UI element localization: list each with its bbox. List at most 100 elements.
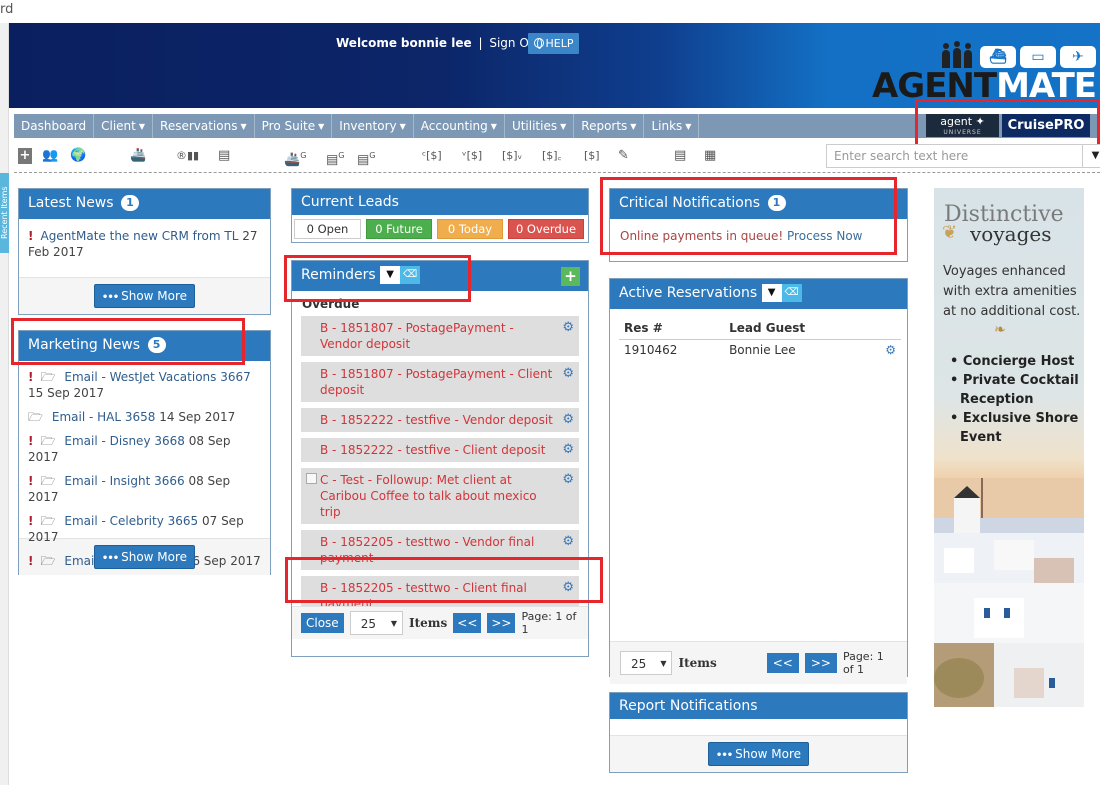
- next-page-button[interactable]: >>: [804, 653, 837, 673]
- cruisepro-logo[interactable]: CruisePRO: [1002, 114, 1090, 137]
- group-doc-icon[interactable]: ▤G: [326, 148, 345, 167]
- reminder-text: B - 1851807 - PostagePayment - Vendor de…: [320, 321, 514, 351]
- calculator-icon[interactable]: ▦: [704, 148, 716, 164]
- payment-client-icon[interactable]: [$]꜀: [542, 148, 561, 164]
- leads-future-button[interactable]: 0 Future: [366, 219, 432, 239]
- gear-icon[interactable]: ⚙: [562, 580, 574, 596]
- ad-bullet: Concierge Host: [950, 352, 1080, 371]
- hotel-bed-icon: ▭: [1020, 46, 1056, 68]
- table-row[interactable]: 1910462 Bonnie Lee ⚙: [619, 340, 901, 361]
- gear-icon[interactable]: ⚙: [562, 442, 574, 458]
- page-size-select[interactable]: 25 ▼: [620, 651, 673, 675]
- eraser-icon[interactable]: ⌫: [400, 266, 421, 284]
- partner-logos: agent ✦ UNIVERSE CruisePRO: [926, 114, 1090, 137]
- marketing-news-panel: Marketing News 5 ! 🗁 Email - WestJet Vacat…: [18, 330, 271, 575]
- gear-icon[interactable]: ⚙: [562, 472, 574, 488]
- group-cruise-icon[interactable]: 🚢G: [284, 148, 306, 167]
- add-icon[interactable]: +: [18, 148, 32, 164]
- recent-items-tab[interactable]: Recent Items: [0, 173, 9, 253]
- document-list-icon[interactable]: ▤: [218, 148, 230, 164]
- client-payment-icon[interactable]: ᶜ[$]: [422, 148, 442, 164]
- nav-client[interactable]: Client ▼: [94, 114, 154, 138]
- cruise-icon[interactable]: 🚢: [130, 148, 146, 164]
- filter-icon[interactable]: ▼: [380, 266, 401, 284]
- payment-vendor-icon[interactable]: [$]ᵥ: [502, 148, 522, 164]
- help-label: HELP: [545, 37, 574, 50]
- gear-icon[interactable]: ⚙: [562, 366, 574, 382]
- gear-icon[interactable]: ⚙: [562, 320, 574, 336]
- nav-accounting[interactable]: Accounting ▼: [414, 114, 505, 138]
- nav-dashboard[interactable]: Dashboard: [14, 114, 95, 138]
- news-link[interactable]: Email - WestJet Vacations 3667: [64, 370, 250, 384]
- reminder-item[interactable]: B - 1851807 - PostagePayment - Vendor de…: [301, 316, 579, 356]
- gear-icon[interactable]: ⚙: [562, 412, 574, 428]
- news-link[interactable]: Email - Celebrity 3665: [64, 514, 198, 528]
- prev-page-button[interactable]: <<: [766, 653, 799, 673]
- app-header: Welcome bonnie lee | Sign Out HELP ⛴ ▭ ✈…: [9, 23, 1100, 108]
- add-reminder-button[interactable]: +: [561, 267, 580, 286]
- column-header[interactable]: Res #: [619, 317, 725, 340]
- agent-universe-logo[interactable]: agent ✦ UNIVERSE: [926, 114, 999, 137]
- nav-reports[interactable]: Reports ▼: [574, 114, 645, 138]
- client-group-icon[interactable]: 👥: [42, 148, 58, 164]
- list-item[interactable]: ! 🗁 Email - Disney 3668 08 Sep 2017: [28, 433, 261, 465]
- show-more-button[interactable]: ••• Show More: [93, 545, 196, 569]
- nav-pro-suite[interactable]: Pro Suite ▼: [255, 114, 333, 138]
- news-link[interactable]: AgentMate the new CRM from TL: [40, 229, 238, 243]
- show-more-button[interactable]: ••• Show More: [93, 284, 196, 308]
- filter-icon[interactable]: ▼: [1082, 145, 1100, 167]
- list-item[interactable]: ! 🗁 Email - Insight 3666 08 Sep 2017: [28, 473, 261, 505]
- agentmate-logo[interactable]: ⛴ ▭ ✈ AGENTMATE: [856, 34, 1097, 104]
- reminder-checkbox[interactable]: [306, 473, 317, 484]
- show-more-button[interactable]: ••• Show More: [707, 742, 810, 766]
- reminder-item[interactable]: B - 1852205 - testtwo - Vendor final pay…: [301, 530, 579, 570]
- globe-icon[interactable]: 🌍: [70, 148, 86, 164]
- reminder-item[interactable]: C - Test - Followup: Met client at Carib…: [301, 468, 579, 524]
- pencil-icon[interactable]: ✎: [618, 148, 629, 164]
- news-link[interactable]: Email - Insight 3666: [64, 474, 184, 488]
- leads-overdue-button[interactable]: 0 Overdue: [508, 219, 584, 239]
- list-item[interactable]: 🗁 Email - HAL 3658 14 Sep 2017: [28, 409, 261, 425]
- reminder-item[interactable]: B - 1851807 - PostagePayment - Client de…: [301, 362, 579, 402]
- payment-transfer-icon[interactable]: [$]: [584, 148, 600, 164]
- page-size-select[interactable]: 25 ▼: [349, 611, 404, 635]
- distinctive-voyages-ad[interactable]: ❦ Distinctive voyages Voyages enhanced w…: [934, 188, 1084, 707]
- process-now-link[interactable]: Process Now: [787, 229, 862, 243]
- vendor-payment-icon[interactable]: ᵛ[$]: [462, 148, 482, 164]
- list-item[interactable]: ! AgentMate the new CRM from TL 27 Feb 20…: [28, 228, 261, 260]
- list-item[interactable]: ! 🗁 Email - WestJet Vacations 3667 15 Sep …: [28, 369, 261, 401]
- nav-reservations[interactable]: Reservations ▼: [153, 114, 255, 138]
- leads-open-button[interactable]: 0 Open: [294, 219, 361, 239]
- nav-inventory[interactable]: Inventory ▼: [332, 114, 414, 138]
- panel-header: Critical Notifications 1: [610, 189, 907, 219]
- gear-icon[interactable]: ⚙: [562, 534, 574, 550]
- reminder-item[interactable]: B - 1852222 - testfive - Vendor deposit ⚙: [301, 408, 579, 432]
- reminder-item[interactable]: B - 1852222 - testfive - Client deposit ⚙: [301, 438, 579, 462]
- globe-icon: [533, 38, 544, 49]
- search-input[interactable]: [827, 145, 1077, 167]
- eraser-icon[interactable]: ⌫: [781, 284, 802, 302]
- report-icon[interactable]: ▤: [674, 148, 686, 164]
- nav-links[interactable]: Links ▼: [644, 114, 700, 138]
- reminder-item[interactable]: B - 1852205 - testtwo - Client final pay…: [301, 576, 579, 606]
- news-link[interactable]: Email - HAL 3658: [52, 410, 156, 424]
- sprig-ornament-icon: ❧: [994, 322, 1006, 338]
- res-number[interactable]: 1910462: [619, 340, 724, 361]
- group-doc2-icon[interactable]: ▤G: [357, 148, 376, 167]
- reminder-text: B - 1851807 - PostagePayment - Client de…: [320, 367, 553, 397]
- leads-today-button[interactable]: 0 Today: [437, 219, 503, 239]
- help-button[interactable]: HELP: [528, 33, 579, 54]
- column-header[interactable]: Lead Guest: [724, 317, 867, 340]
- folder-icon: 🗁: [40, 554, 56, 568]
- reservation-icon[interactable]: ®▮▮: [176, 148, 199, 164]
- filter-icon[interactable]: ▼: [761, 284, 782, 302]
- news-link[interactable]: Email - Disney 3668: [64, 434, 185, 448]
- gear-icon[interactable]: ⚙: [867, 340, 901, 361]
- nav-utilities[interactable]: Utilities ▼: [505, 114, 575, 138]
- dropdown-arrow-icon: ▼: [390, 619, 398, 628]
- next-page-button[interactable]: >>: [487, 613, 516, 633]
- prev-page-button[interactable]: <<: [453, 613, 482, 633]
- close-button[interactable]: Close: [301, 613, 344, 633]
- ad-bullets: Concierge Host Private Cocktail Receptio…: [950, 352, 1080, 447]
- panel-title: Current Leads: [301, 194, 399, 210]
